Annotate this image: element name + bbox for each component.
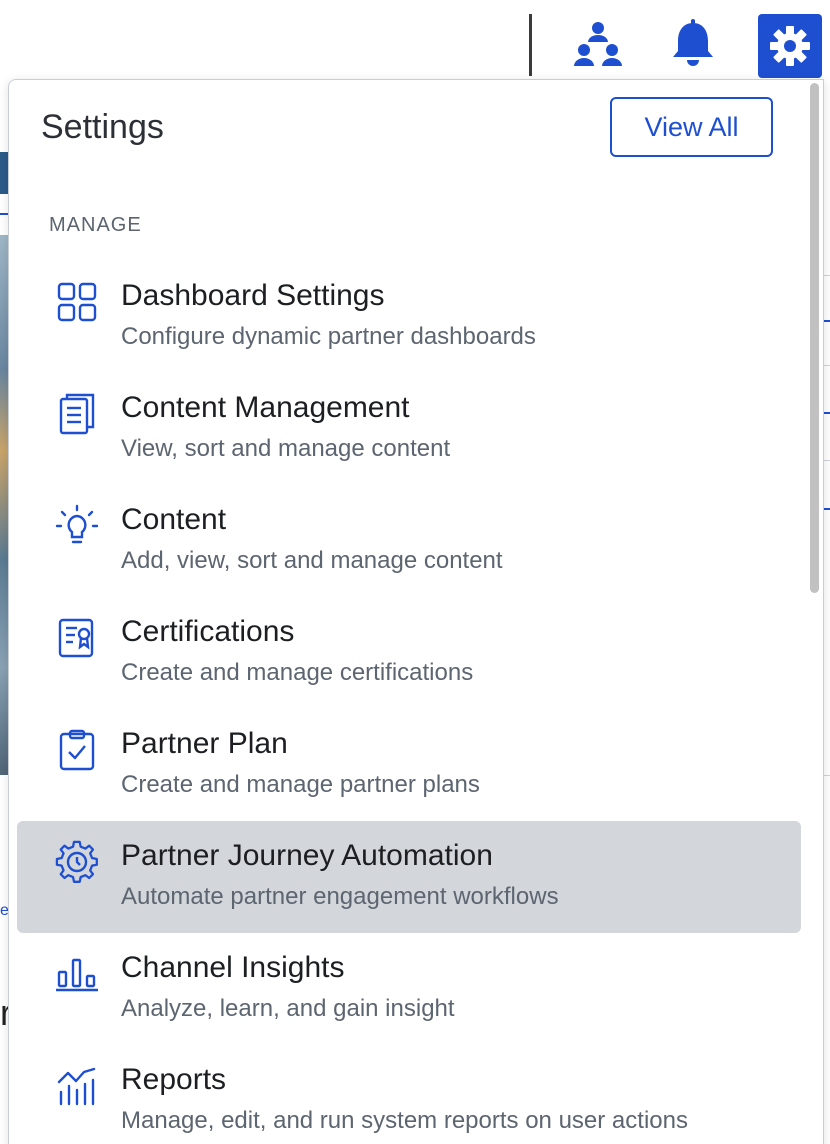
menu-item-description: Manage, edit, and run system reports on … (121, 1107, 688, 1134)
menu-item-dashboard-settings[interactable]: Dashboard Settings Configure dynamic par… (17, 261, 801, 373)
scrollbar-thumb[interactable] (810, 83, 819, 593)
lightbulb-icon (55, 504, 99, 548)
section-label-manage: MANAGE (49, 214, 142, 236)
menu-item-title: Content (121, 503, 227, 536)
menu-item-description: Automate partner engagement workflows (121, 883, 559, 910)
menu-item-description: Analyze, learn, and gain insight (121, 995, 455, 1022)
menu-item-title: Certifications (121, 615, 295, 648)
menu-item-title: Partner Journey Automation (121, 839, 493, 872)
menu-item-reports[interactable]: Reports Manage, edit, and run system rep… (17, 1045, 801, 1144)
document-icon (55, 392, 99, 436)
view-all-button[interactable]: View All (610, 97, 773, 157)
menu-item-title: Reports (121, 1063, 227, 1096)
background-header-strip (0, 152, 8, 194)
line-chart-icon (55, 1064, 99, 1108)
gear-clock-icon (55, 840, 99, 884)
background-image-strip (0, 235, 8, 775)
menu-item-certifications[interactable]: Certifications Create and manage certifi… (17, 597, 801, 709)
gear-icon (770, 26, 810, 66)
bell-icon[interactable] (662, 16, 724, 72)
clipboard-check-icon (55, 728, 99, 772)
menu-item-channel-insights[interactable]: Channel Insights Analyze, learn, and gai… (17, 933, 801, 1045)
menu-item-title: Content Management (121, 391, 410, 424)
settings-dropdown: Settings View All MANAGE Dashboard Setti… (8, 79, 824, 1144)
menu-item-description: Add, view, sort and manage content (121, 547, 503, 574)
menu-item-content-management[interactable]: Content Management View, sort and manage… (17, 373, 801, 485)
panel-title: Settings (41, 108, 164, 146)
page: e r Settings View All MANAGE Dashboard S… (0, 0, 830, 1144)
menu-item-description: Create and manage certifications (121, 659, 474, 686)
bar-chart-icon (55, 952, 99, 996)
certificate-icon (55, 616, 99, 660)
background-accent-line (0, 213, 8, 215)
menu-item-description: Create and manage partner plans (121, 771, 480, 798)
menu-item-content[interactable]: Content Add, view, sort and manage conte… (17, 485, 801, 597)
org-chart-icon[interactable] (568, 16, 628, 72)
menu-item-partner-journey-automation[interactable]: Partner Journey Automation Automate part… (17, 821, 801, 933)
grid-icon (55, 280, 99, 324)
settings-gear-button[interactable] (758, 14, 822, 78)
menu-item-title: Partner Plan (121, 727, 288, 760)
toolbar-divider (529, 14, 532, 76)
menu-item-partner-plan[interactable]: Partner Plan Create and manage partner p… (17, 709, 801, 821)
menu-item-description: Configure dynamic partner dashboards (121, 323, 536, 350)
menu-item-description: View, sort and manage content (121, 435, 451, 462)
menu-item-title: Channel Insights (121, 951, 345, 984)
menu-item-title: Dashboard Settings (121, 279, 385, 312)
